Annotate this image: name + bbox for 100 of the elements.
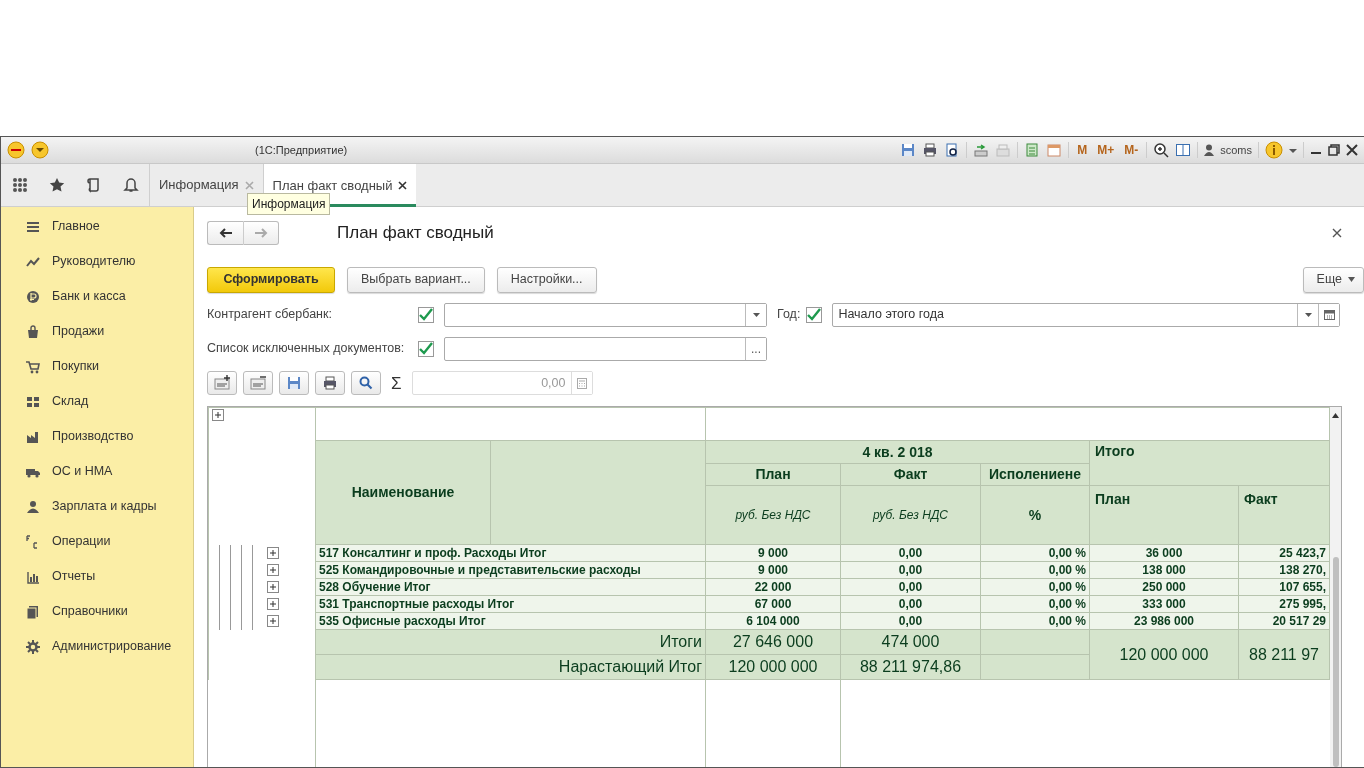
bar-chart-icon[interactable] [26,569,40,584]
sidebar-item[interactable]: Главное [52,217,100,236]
filter-label: Год: [777,306,801,324]
sidebar-item[interactable]: Справочники [52,602,128,621]
scrollbar[interactable] [1330,407,1341,767]
save-icon[interactable] [900,142,917,158]
filter-label: Список исключенных документов: [207,340,406,358]
sidebar-item[interactable]: Банк и касса [52,287,126,306]
memory-button[interactable]: M- [1122,141,1141,159]
menu-icon[interactable] [31,141,49,159]
unit-label: руб. Без НДС [840,485,981,545]
sidebar-item[interactable]: Покупки [52,357,99,376]
action-button[interactable]: Настройки... [496,266,597,293]
close-icon[interactable] [1346,144,1358,156]
send-icon[interactable] [973,142,990,158]
table-cell: 120 000 000 [1089,629,1239,680]
sidebar-item[interactable]: Продажи [52,322,105,341]
expand-icon[interactable] [267,614,279,627]
sum-sign: Σ [391,372,402,395]
apps-icon[interactable] [11,177,28,193]
tooltip: Информация [247,193,331,215]
info-icon[interactable] [1265,141,1283,159]
sidebar-item[interactable]: Руководителю [52,252,136,271]
books-icon[interactable] [26,604,40,619]
grid-icon[interactable] [26,394,40,409]
panels-icon[interactable] [1175,142,1192,158]
save-icon[interactable] [286,375,302,392]
expand-all-icon[interactable] [214,375,230,392]
cart-icon[interactable] [26,359,40,374]
user-name[interactable]: scoms [1220,141,1252,159]
zoom-in-icon[interactable] [1153,142,1170,158]
list-icon[interactable] [26,219,40,234]
unit-label: руб. Без НДС [705,485,841,545]
sidebar-item[interactable]: Операции [52,532,111,551]
table-cell: 27 646 000 [705,629,841,655]
expand-icon[interactable] [267,563,279,576]
caret-icon[interactable] [1289,146,1297,154]
action-button[interactable]: Сформировать [207,266,335,293]
select-button[interactable]: ... [745,337,766,360]
right-arrow-icon [254,227,268,238]
input-field[interactable] [444,302,767,327]
close-icon[interactable] [398,181,408,190]
print-icon[interactable] [322,375,338,392]
checkbox[interactable] [418,340,434,357]
calendar-icon[interactable] [1323,309,1335,320]
column-header: Итого [1089,440,1330,486]
print-icon[interactable] [922,142,939,158]
total-label: Итоги [315,629,706,655]
total-label: Нарастающий Итог [315,654,706,680]
collapse-all-icon[interactable] [250,375,266,392]
scroll-up-icon[interactable] [1332,413,1339,418]
sidebar-item[interactable]: ОС и НМА [52,462,113,481]
checkbox[interactable] [418,306,434,323]
table-cell: 88 211 97 [1238,629,1330,680]
column-header: 4 кв. 2 018 [705,440,1090,464]
search-icon[interactable] [358,375,374,392]
column-header: Факт [1238,485,1330,545]
sidebar-item[interactable]: Склад [52,392,89,411]
sidebar-item[interactable]: Зарплата и кадры [52,497,157,516]
person-icon[interactable] [26,499,40,514]
unit-label: % [980,485,1090,545]
form-title: План факт сводный [337,222,494,244]
dropdown-icon[interactable] [1304,312,1312,317]
input-field[interactable]: Начало этого года [832,302,1341,327]
table-cell: 120 000 000 [705,654,841,680]
left-arrow-icon [218,227,233,238]
restore-icon[interactable] [1328,144,1340,156]
sidebar-item[interactable]: Администрирование [52,637,172,656]
sidebar-item[interactable]: Производство [52,427,134,446]
table-cell: 474 000 [840,629,981,655]
star-icon[interactable] [48,177,65,193]
memory-button[interactable]: M+ [1095,141,1117,159]
expand-icon[interactable] [267,597,279,610]
factory-icon[interactable] [26,429,40,444]
filter-label: Контрагент сбербанк: [207,306,333,324]
close-icon[interactable] [1332,227,1342,238]
checkbox[interactable] [806,306,823,323]
column-header: Факт [840,463,981,486]
action-button[interactable]: Выбрать вариант... [347,266,485,293]
sum-field: 0,00 [411,371,593,396]
back-button[interactable] [207,220,243,245]
more-button[interactable]: Еще [1302,266,1364,293]
sidebar-item[interactable]: Отчеты [52,567,96,586]
expand-icon[interactable] [212,409,224,421]
scroll-icon[interactable] [85,177,102,193]
window-title: (1С:Предприятие) [255,142,348,158]
bell-icon[interactable] [122,177,139,193]
input-field[interactable]: ... [444,336,767,361]
column-header: План [1089,485,1239,545]
calculator-icon [576,377,587,389]
expand-icon[interactable] [267,580,279,593]
bag-icon[interactable] [26,324,40,339]
dropdown-icon[interactable] [752,312,760,317]
settings-icon[interactable] [26,639,40,654]
memory-button[interactable]: M [1075,141,1090,159]
coin-icon[interactable] [26,289,40,304]
column-header: Наименование [315,440,491,545]
table-cell: 88 211 974,86 [840,654,981,680]
user-icon [1204,144,1215,156]
expand-icon[interactable] [267,546,279,559]
